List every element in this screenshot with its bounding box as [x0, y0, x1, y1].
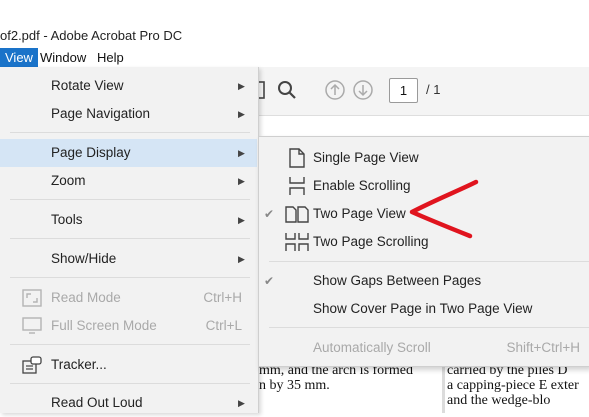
- page-display-submenu: Single Page View Enable Scrolling ✔ Two …: [258, 136, 589, 367]
- annotation-arrow-icon: [409, 179, 479, 239]
- chevron-right-icon: ▶: [238, 148, 245, 158]
- submenu-item-label: Show Gaps Between Pages: [313, 273, 482, 288]
- document-column-left: mm, and the arch is formed n by 35 mm.: [256, 363, 442, 413]
- menu-item-label: Rotate View: [51, 78, 124, 93]
- submenu-item-label: Single Page View: [313, 150, 419, 165]
- submenu-item-label: Show Cover Page in Two Page View: [313, 301, 533, 316]
- view-menu: Rotate View ▶ Page Navigation ▶ Page Dis…: [0, 67, 259, 413]
- document-line: and the wedge-blo: [447, 393, 551, 408]
- full-screen-icon: [22, 317, 42, 334]
- submenu-item-shortcut: Shift+Ctrl+H: [506, 340, 580, 355]
- menu-separator: [10, 277, 250, 278]
- menu-item-label: Page Navigation: [51, 106, 151, 121]
- menu-bar: View Window Help: [0, 48, 589, 68]
- chevron-right-icon: ▶: [238, 176, 245, 186]
- menu-item-show-hide[interactable]: Show/Hide ▶: [0, 245, 257, 273]
- scrolling-icon: [289, 177, 305, 195]
- page-total: / 1: [426, 82, 441, 97]
- menu-item-tracker[interactable]: Tracker...: [0, 351, 257, 379]
- menu-item-label: Tracker...: [51, 357, 107, 372]
- page-number-input[interactable]: 1: [389, 78, 418, 103]
- submenu-item-show-gaps[interactable]: ✔ Show Gaps Between Pages: [259, 267, 589, 295]
- menu-item-page-display[interactable]: Page Display ▶: [0, 139, 257, 167]
- menu-item-rotate-view[interactable]: Rotate View ▶: [0, 72, 257, 100]
- submenu-item-show-cover-page[interactable]: Show Cover Page in Two Page View: [259, 295, 589, 323]
- menu-separator: [10, 344, 250, 345]
- chevron-right-icon: ▶: [238, 215, 245, 225]
- menu-separator: [10, 132, 250, 133]
- two-page-icon: [285, 206, 309, 223]
- document-line: a capping-piece E exter: [447, 378, 579, 393]
- toolbar: 1 / 1: [248, 67, 589, 116]
- window-title: of2.pdf - Adobe Acrobat Pro DC: [0, 28, 183, 43]
- document-column-right: carried by the piles D a capping-piece E…: [445, 363, 589, 413]
- menu-item-shortcut: Ctrl+L: [205, 318, 242, 333]
- menu-separator: [269, 327, 589, 328]
- menu-item-read-mode[interactable]: Read Mode Ctrl+H: [0, 284, 257, 312]
- menu-view[interactable]: View: [0, 48, 38, 67]
- submenu-item-automatically-scroll[interactable]: Automatically Scroll Shift+Ctrl+H: [259, 334, 589, 362]
- search-icon[interactable]: [276, 79, 298, 101]
- menu-item-zoom[interactable]: Zoom ▶: [0, 167, 257, 195]
- submenu-item-label: Automatically Scroll: [313, 340, 431, 355]
- next-page-icon[interactable]: [352, 79, 374, 101]
- menu-separator: [10, 199, 250, 200]
- chevron-right-icon: ▶: [238, 81, 245, 91]
- tracker-icon: [22, 356, 42, 374]
- document-line: n by 35 mm.: [259, 378, 330, 393]
- two-page-scrolling-icon: [285, 233, 309, 251]
- menu-help[interactable]: Help: [92, 48, 129, 67]
- check-icon: ✔: [264, 207, 275, 221]
- submenu-item-label: Two Page View: [313, 206, 406, 221]
- menu-separator: [10, 383, 250, 384]
- submenu-item-label: Enable Scrolling: [313, 178, 411, 193]
- menu-item-page-navigation[interactable]: Page Navigation ▶: [0, 100, 257, 128]
- menu-separator: [269, 261, 589, 262]
- menu-item-tools[interactable]: Tools ▶: [0, 206, 257, 234]
- chevron-right-icon: ▶: [238, 109, 245, 119]
- menu-item-label: Full Screen Mode: [51, 318, 157, 333]
- read-mode-icon: [22, 289, 42, 307]
- title-bar: of2.pdf - Adobe Acrobat Pro DC: [0, 0, 589, 48]
- menu-item-label: Tools: [51, 212, 83, 227]
- single-page-icon: [289, 148, 305, 168]
- menu-item-label: Read Mode: [51, 290, 121, 305]
- chevron-right-icon: ▶: [238, 254, 245, 264]
- menu-item-full-screen-mode[interactable]: Full Screen Mode Ctrl+L: [0, 312, 257, 340]
- submenu-item-single-page-view[interactable]: Single Page View: [259, 144, 589, 172]
- previous-page-icon[interactable]: [324, 79, 346, 101]
- menu-item-label: Page Display: [51, 145, 131, 160]
- menu-window[interactable]: Window: [35, 48, 91, 67]
- menu-item-label: Show/Hide: [51, 251, 117, 266]
- check-icon: ✔: [264, 274, 275, 288]
- menu-separator: [10, 238, 250, 239]
- menu-item-label: Zoom: [51, 173, 86, 188]
- menu-item-shortcut: Ctrl+H: [203, 290, 242, 305]
